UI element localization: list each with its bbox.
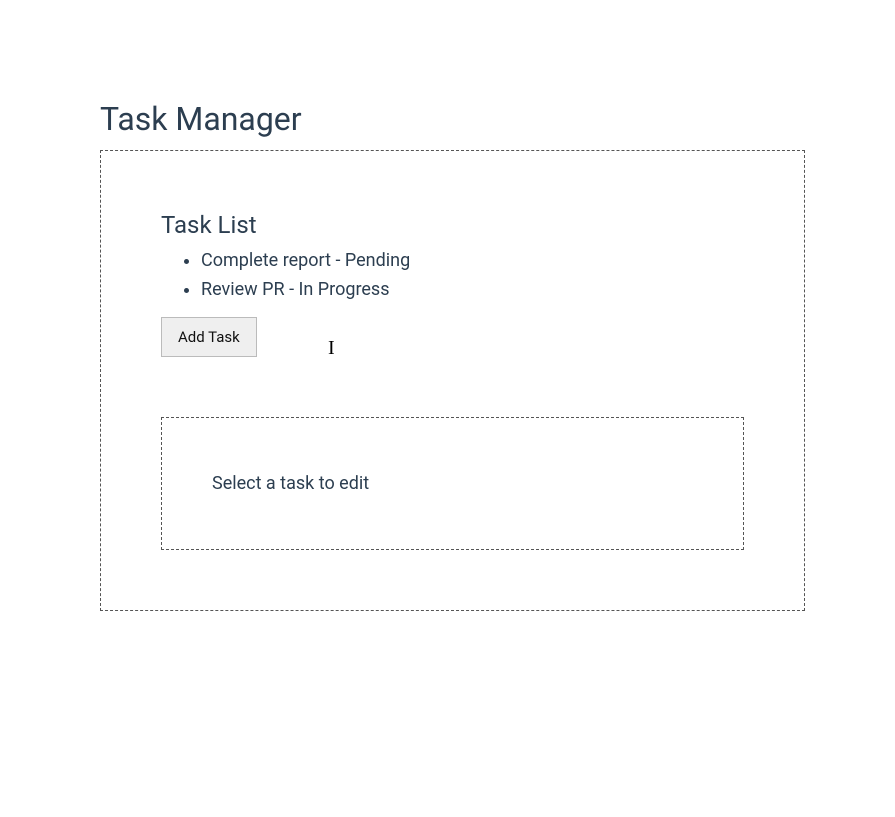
page-title: Task Manager xyxy=(100,100,805,138)
main-panel: Task List Complete report - Pending Revi… xyxy=(100,150,805,611)
task-editor-placeholder: Select a task to edit xyxy=(212,473,693,494)
task-editor-panel: Select a task to edit xyxy=(161,417,744,550)
add-task-button[interactable]: Add Task xyxy=(161,317,257,357)
list-item[interactable]: Review PR - In Progress xyxy=(201,276,744,303)
list-item[interactable]: Complete report - Pending xyxy=(201,247,744,274)
task-list: Complete report - Pending Review PR - In… xyxy=(161,247,744,303)
task-item-label: Complete report - Pending xyxy=(201,250,410,271)
task-list-heading: Task List xyxy=(161,211,744,239)
task-item-label: Review PR - In Progress xyxy=(201,279,390,300)
